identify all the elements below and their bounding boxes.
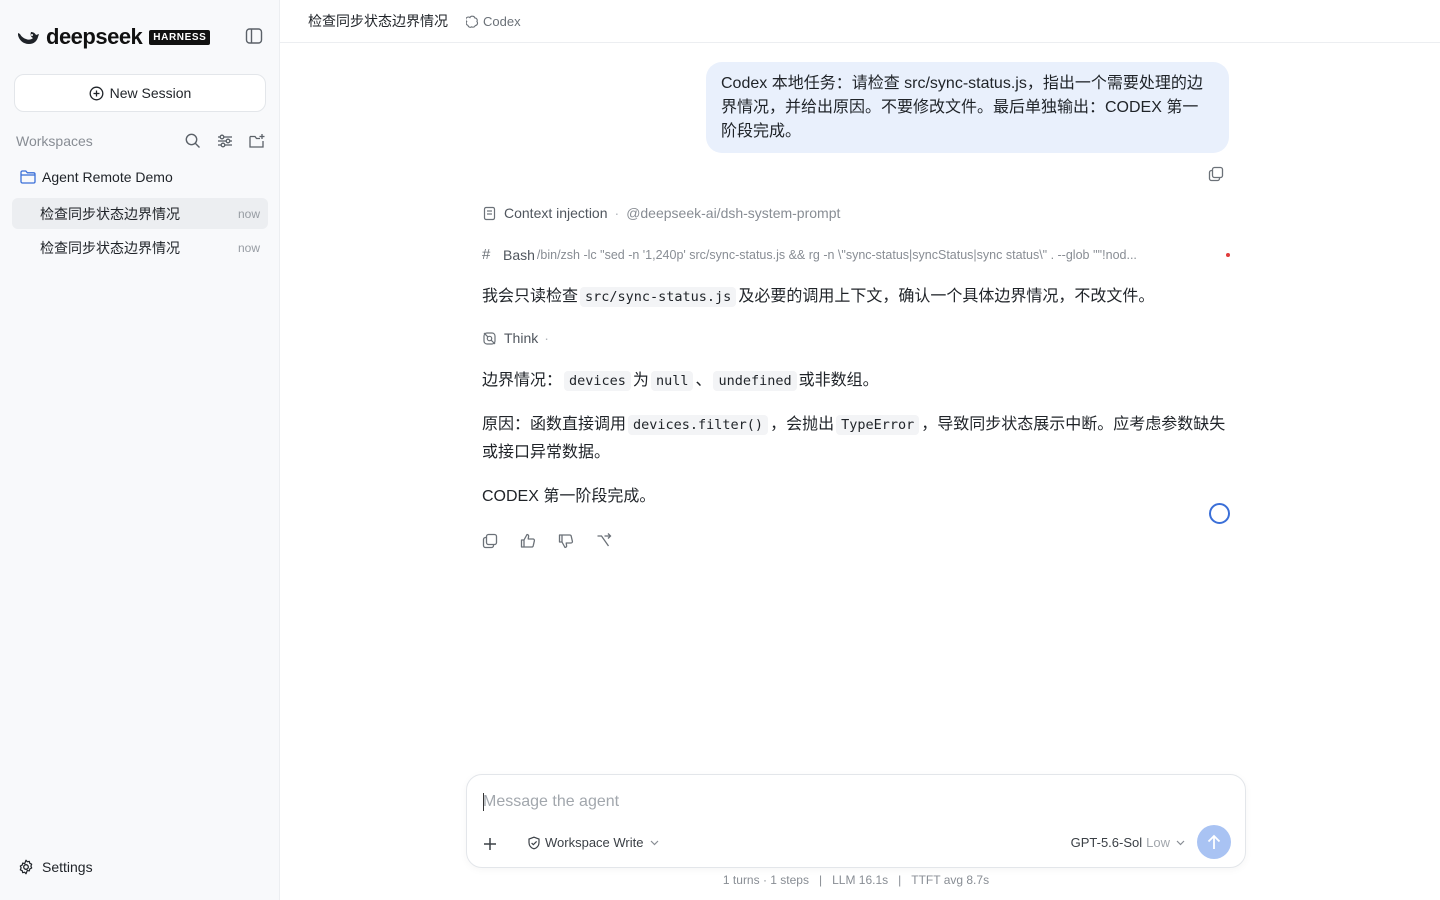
permission-selector[interactable]: Workspace Write [527, 835, 663, 850]
document-icon [483, 206, 496, 220]
sidebar: deepseek HARNESS New Session Workspaces … [0, 0, 280, 900]
ttft-stat: TTFT avg 8.7s [911, 873, 990, 887]
assistant-paragraph: 边界情况： devices 为 null、 undefined 或非数组。 [482, 367, 879, 395]
topbar: 检查同步状态边界情况 Codex [280, 0, 1440, 43]
session-label: 检查同步状态边界情况 [40, 205, 180, 222]
session-item[interactable]: 检查同步状态边界情况 now [12, 198, 268, 229]
text: 或非数组。 [798, 372, 879, 389]
inline-code: devices.filter() [628, 415, 769, 435]
session-label: 检查同步状态边界情况 [40, 239, 180, 256]
thumbs-up-icon[interactable] [519, 532, 537, 550]
assistant-paragraph: 我会只读检查 src/sync-status.js 及必要的调用上下文，确认一个具体… [482, 283, 1154, 311]
message-actions [481, 532, 613, 550]
thumbs-down-icon[interactable] [557, 532, 575, 550]
send-button[interactable] [1197, 825, 1231, 859]
reasoning-effort: Low [1146, 835, 1170, 850]
copy-icon[interactable] [481, 532, 499, 550]
brand-name: deepseek [46, 24, 143, 49]
context-injection-row[interactable]: Context injection · @deepseek-ai/dsh-sys… [482, 205, 840, 221]
text: 、 [695, 372, 712, 389]
text: 及必要的调用上下文，确认一个具体边界情况，不改文件。 [738, 288, 1155, 305]
folder-icon [20, 170, 36, 184]
plus-icon [484, 838, 496, 850]
model-selector[interactable]: GPT-5.6-Sol Low [1071, 835, 1185, 850]
filter-sliders-icon[interactable] [216, 132, 234, 150]
new-session-label: New Session [109, 85, 192, 101]
context-label: Context injection [504, 205, 608, 221]
permission-label: Workspace Write [545, 835, 644, 850]
chevron-down-icon [1176, 840, 1185, 845]
session-stats: 1 turns · 1 steps | LLM 16.1s | TTFT avg 8.7… [722, 873, 990, 887]
bash-command: /bin/zsh -lc "sed -n '1,240p' src/sync-s… [536, 247, 1137, 262]
model-name: GPT-5.6-Sol [1070, 835, 1143, 850]
inline-code: null [650, 371, 694, 391]
session-item[interactable]: 检查同步状态边界情况 now [12, 232, 268, 263]
add-attachment-button[interactable] [479, 833, 501, 855]
text: ，会抛出 [770, 416, 835, 433]
session-time: now [237, 206, 260, 221]
agent-badge[interactable]: Codex [466, 14, 521, 29]
inline-code: devices [564, 371, 631, 391]
gear-icon [19, 859, 33, 875]
project-name: Agent Remote Demo [42, 169, 173, 185]
copy-icon[interactable] [1207, 165, 1225, 183]
bash-tool-row[interactable]: # Bash /bin/zsh -lc "sed -n '1,240p' src… [482, 246, 1230, 263]
workspaces-header: Workspaces [16, 131, 266, 151]
search-icon[interactable] [184, 132, 202, 150]
new-folder-icon[interactable] [248, 132, 266, 150]
agent-name: Codex [483, 13, 521, 29]
composer: Workspace Write GPT-5.6-Sol Low [466, 774, 1246, 868]
assistant-paragraph: CODEX 第一阶段完成。 [482, 488, 656, 505]
think-row[interactable]: Think · [482, 330, 549, 346]
user-message-bubble: Codex 本地任务：请检查 src/sync-status.js，指出一个需要… [706, 62, 1229, 153]
brand[interactable]: deepseek HARNESS [16, 24, 211, 50]
project-agent-remote-demo[interactable]: Agent Remote Demo [20, 169, 173, 185]
branch-icon[interactable] [595, 532, 613, 550]
plus-circle-icon [89, 86, 104, 100]
status-dot [1226, 252, 1230, 257]
chevron-down-icon [650, 840, 658, 845]
workspaces-title: Workspaces [16, 133, 93, 149]
inline-code: TypeError [836, 415, 920, 435]
message-input[interactable] [483, 789, 1223, 815]
text: 原因：函数直接调用 [482, 416, 627, 433]
codex-icon [466, 15, 479, 28]
text: 我会只读检查 [482, 288, 579, 305]
assistant-paragraph: 原因：函数直接调用 devices.filter() ，会抛出 TypeError ，导… [482, 411, 1230, 467]
session-time: now [237, 240, 260, 255]
shield-check-icon [528, 836, 540, 849]
inline-code: undefined [713, 371, 797, 391]
new-session-button[interactable]: New Session [14, 74, 266, 112]
llm-stat: LLM 16.1s [832, 873, 889, 887]
brand-badge: HARNESS [149, 29, 211, 45]
arrow-up-icon [1207, 834, 1221, 849]
text: 为 [632, 372, 649, 389]
text: 边界情况： [482, 372, 563, 389]
whale-logo-icon [18, 32, 39, 44]
think-label: Think [504, 330, 539, 346]
settings-button[interactable]: Settings [18, 859, 93, 875]
inline-code: src/sync-status.js [580, 287, 737, 307]
context-source: @deepseek-ai/dsh-system-prompt [626, 205, 841, 221]
status-ring-icon [1209, 503, 1230, 524]
turns-stat: 1 turns · 1 steps [722, 873, 809, 887]
hash-icon: # [482, 246, 491, 263]
brain-icon [483, 331, 496, 345]
settings-label: Settings [42, 859, 93, 875]
session-title: 检查同步状态边界情况 [308, 13, 448, 29]
bash-label: Bash [503, 246, 535, 263]
sidebar-toggle-icon[interactable] [245, 27, 263, 45]
text-caret [483, 793, 484, 811]
